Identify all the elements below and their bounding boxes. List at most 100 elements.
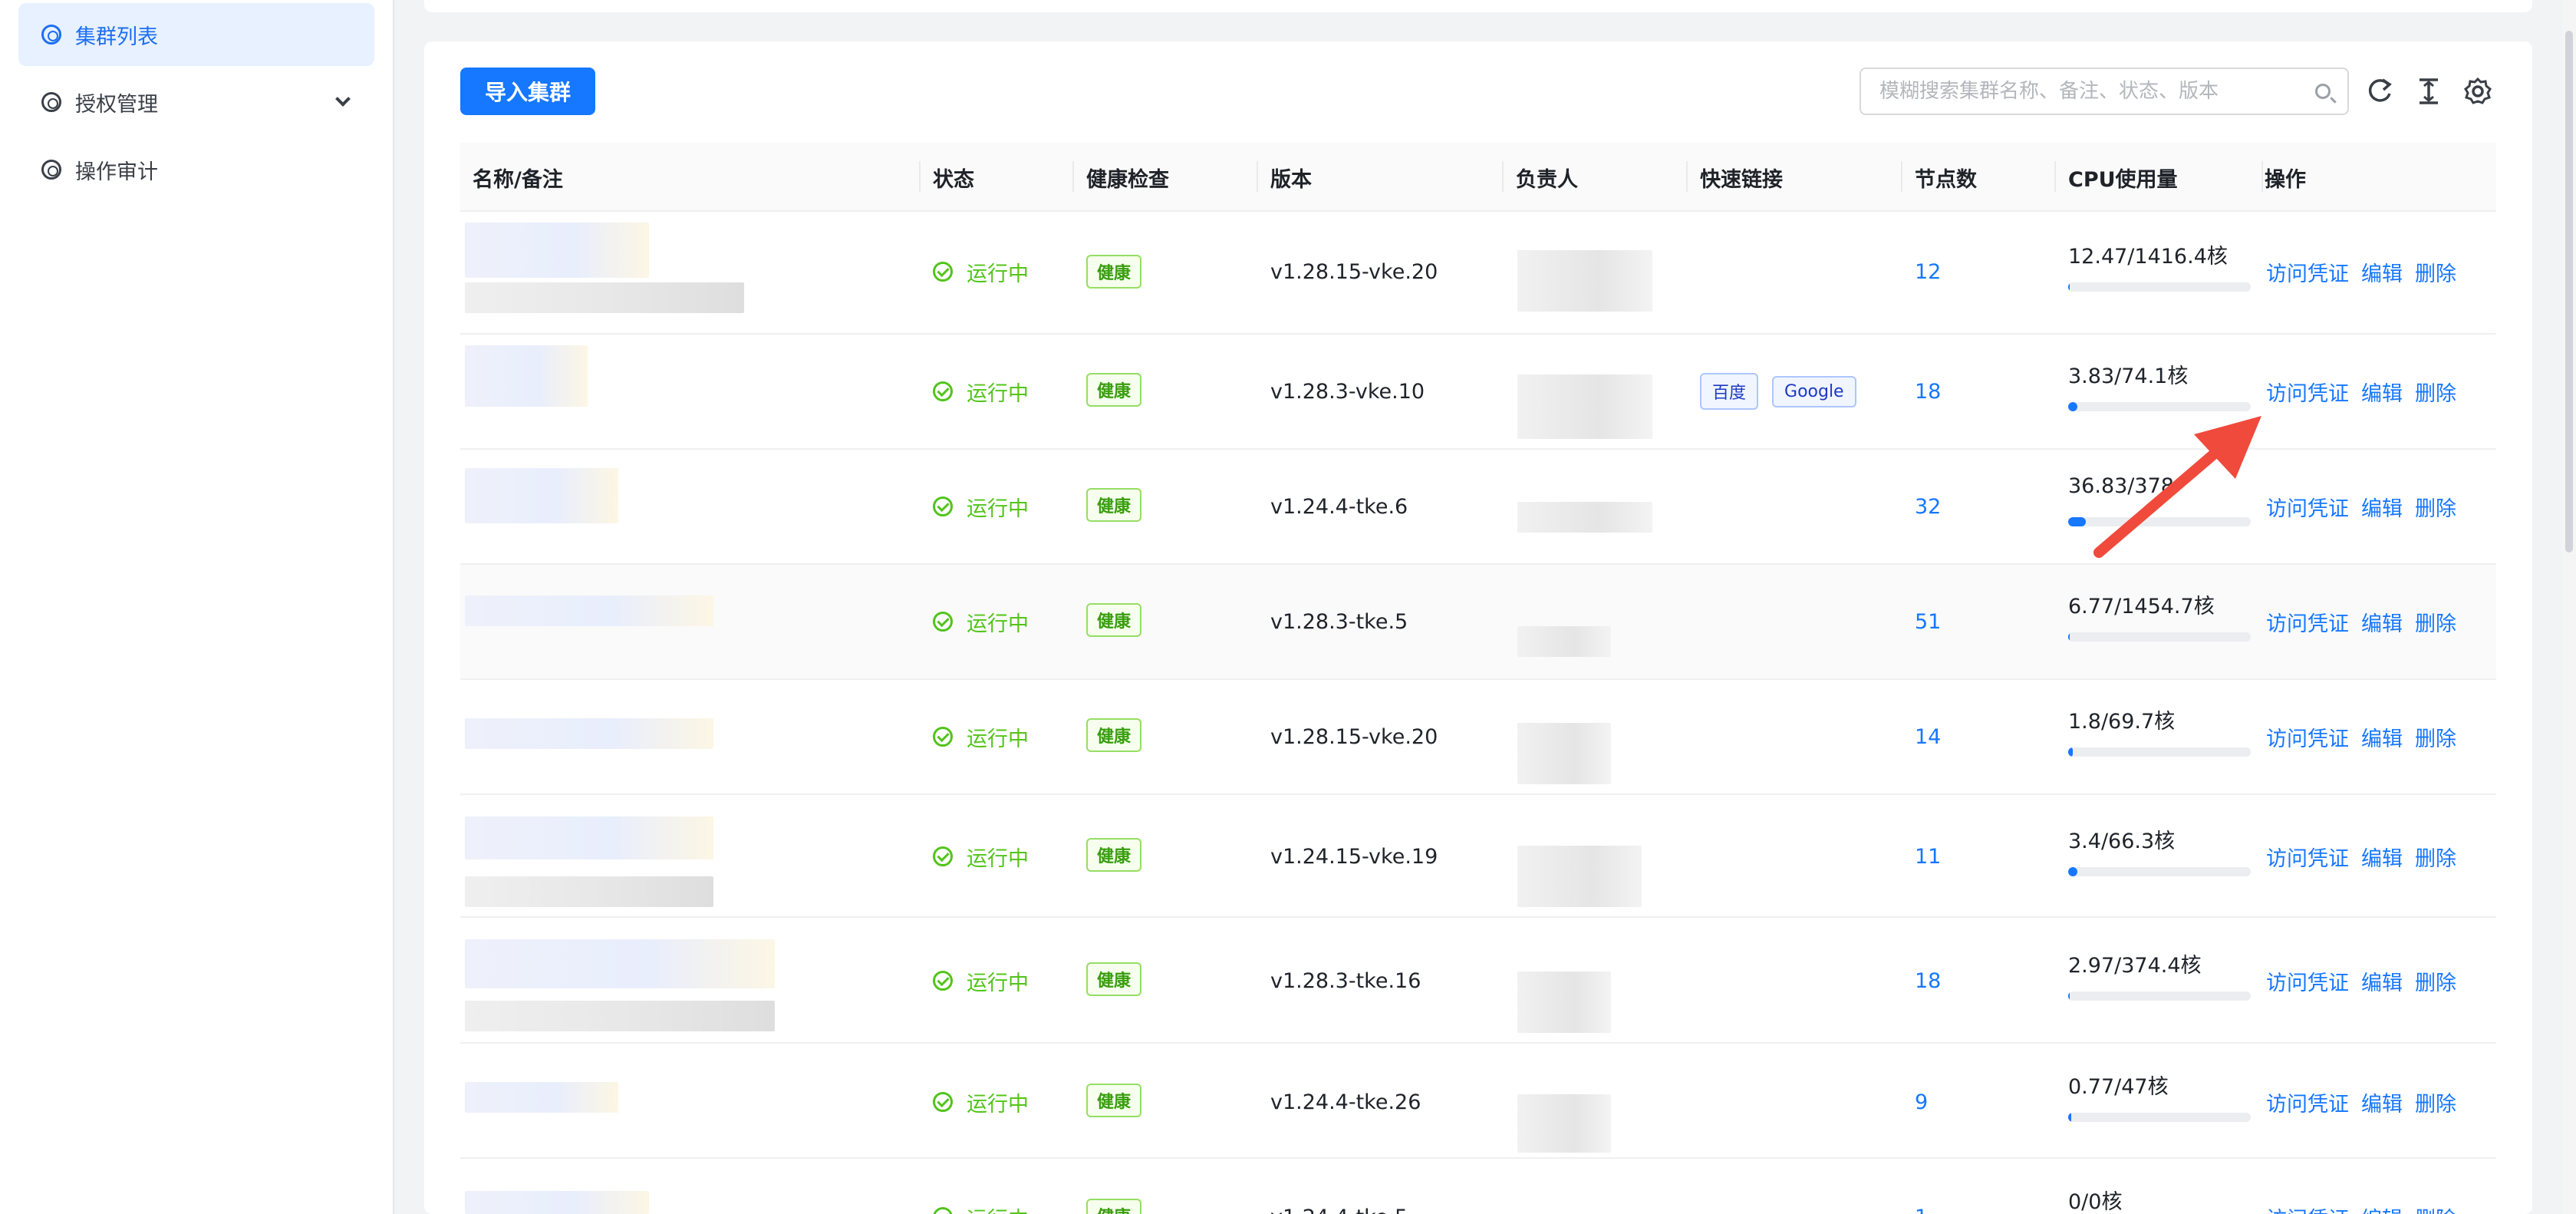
row-actions: 访问凭证 编辑 删除 xyxy=(2266,721,2469,752)
edit-link[interactable]: 编辑 xyxy=(2361,377,2403,407)
delete-link[interactable]: 删除 xyxy=(2415,607,2456,637)
node-count-link[interactable]: 18 xyxy=(1915,376,1941,407)
column-divider xyxy=(2054,161,2056,192)
node-count-link[interactable]: 51 xyxy=(1915,606,1941,637)
scrollbar-thumb[interactable] xyxy=(2565,31,2573,553)
delete-link[interactable]: 删除 xyxy=(2415,842,2456,872)
delete-link[interactable]: 删除 xyxy=(2415,722,2456,752)
row-actions: 访问凭证 编辑 删除 xyxy=(2266,965,2469,996)
table-header: 名称/备注 状态 健康检查 版本 负责人 快速链接 节点数 CPU使用量 操作 xyxy=(460,143,2496,212)
health-badge: 健康 xyxy=(1086,255,1142,289)
edit-link[interactable]: 编辑 xyxy=(2361,722,2403,752)
cpu-usage-text: 1.8/69.7核 xyxy=(2068,710,2176,734)
column-header-quick-links[interactable]: 快速链接 xyxy=(1700,143,1783,212)
sidebar-item-label: 授权管理 xyxy=(75,92,158,117)
cpu-usage-fill xyxy=(2068,991,2070,1001)
sidebar-item-auth-management[interactable]: 授权管理 xyxy=(18,71,374,134)
edit-link[interactable]: 编辑 xyxy=(2361,257,2403,287)
node-count-link[interactable]: 12 xyxy=(1915,256,1941,287)
cluster-name-redacted xyxy=(465,468,618,523)
column-header-cpu[interactable]: CPU使用量 xyxy=(2068,143,2178,212)
owner-redacted xyxy=(1517,846,1642,907)
access-credential-link[interactable]: 访问凭证 xyxy=(2266,607,2349,637)
search-icon[interactable] xyxy=(2315,84,2331,99)
access-credential-link[interactable]: 访问凭证 xyxy=(2266,257,2349,287)
delete-link[interactable]: 删除 xyxy=(2415,257,2456,287)
access-credential-link[interactable]: 访问凭证 xyxy=(2266,966,2349,996)
check-circle-icon xyxy=(933,496,953,516)
access-credential-link[interactable]: 访问凭证 xyxy=(2266,377,2349,407)
row-actions: 访问凭证 编辑 删除 xyxy=(2266,841,2469,872)
edit-link[interactable]: 编辑 xyxy=(2361,1202,2403,1214)
node-count-link[interactable]: 9 xyxy=(1915,1087,1928,1117)
node-count-link[interactable]: 32 xyxy=(1915,491,1941,522)
access-credential-link[interactable]: 访问凭证 xyxy=(2266,492,2349,522)
column-header-version[interactable]: 版本 xyxy=(1270,143,1312,212)
cpu-usage-text: 3.83/74.1核 xyxy=(2068,365,2189,388)
cluster-remark-redacted xyxy=(465,1001,775,1031)
row-actions: 访问凭证 编辑 删除 xyxy=(2266,376,2469,407)
quick-link-google[interactable]: Google xyxy=(1772,375,1856,407)
health-cell: 健康 xyxy=(1086,1082,1142,1119)
cpu-usage-bar xyxy=(2068,282,2251,292)
access-credential-link[interactable]: 访问凭证 xyxy=(2266,842,2349,872)
delete-link[interactable]: 删除 xyxy=(2415,377,2456,407)
cpu-usage-bar xyxy=(2068,1113,2251,1122)
delete-link[interactable]: 删除 xyxy=(2415,1202,2456,1214)
status-running: 运行中 xyxy=(933,965,1029,996)
column-header-health[interactable]: 健康检查 xyxy=(1086,143,1169,212)
column-header-actions: 操作 xyxy=(2265,167,2306,192)
cpu-usage: 6.77/1454.7核 xyxy=(2068,589,2252,651)
cpu-usage-bar xyxy=(2068,867,2251,876)
column-divider xyxy=(1502,161,1504,192)
table-row: 运行中 健康 v1.24.4-tke.5 1 0/0核 访问凭证 编辑 删除 xyxy=(460,1159,2496,1214)
search-input[interactable] xyxy=(1879,80,2294,103)
node-count-link[interactable]: 11 xyxy=(1915,841,1941,872)
delete-link[interactable]: 删除 xyxy=(2415,1087,2456,1117)
access-credential-link[interactable]: 访问凭证 xyxy=(2266,1087,2349,1117)
cpu-usage-text: 12.47/1416.4核 xyxy=(2068,245,2228,269)
annotation-arrow-icon xyxy=(2093,416,2261,558)
check-circle-icon xyxy=(933,1207,953,1214)
cpu-usage-bar xyxy=(2068,991,2251,1001)
access-credential-link[interactable]: 访问凭证 xyxy=(2266,1202,2349,1214)
health-badge: 健康 xyxy=(1086,718,1142,752)
delete-link[interactable]: 删除 xyxy=(2415,966,2456,996)
refresh-icon[interactable] xyxy=(2364,75,2395,107)
import-cluster-button[interactable]: 导入集群 xyxy=(460,68,595,115)
health-cell: 健康 xyxy=(1086,487,1142,523)
table-row: 运行中 健康 v1.28.15-vke.20 12 12.47/1416.4核 … xyxy=(460,212,2496,335)
edit-link[interactable]: 编辑 xyxy=(2361,1087,2403,1117)
cluster-name-redacted xyxy=(465,816,713,859)
column-divider xyxy=(919,161,921,192)
cpu-usage-text: 0/0核 xyxy=(2068,1190,2123,1214)
density-icon[interactable] xyxy=(2413,75,2444,107)
column-header-status[interactable]: 状态 xyxy=(933,143,974,212)
edit-link[interactable]: 编辑 xyxy=(2361,492,2403,522)
column-header-owner[interactable]: 负责人 xyxy=(1516,143,1578,212)
row-actions: 访问凭证 编辑 删除 xyxy=(2266,1087,2469,1117)
edit-link[interactable]: 编辑 xyxy=(2361,966,2403,996)
owner-redacted xyxy=(1517,502,1652,533)
owner-redacted xyxy=(1517,250,1652,312)
owner-redacted xyxy=(1517,723,1611,784)
access-credential-link[interactable]: 访问凭证 xyxy=(2266,722,2349,752)
node-count-link[interactable]: 18 xyxy=(1915,965,1941,996)
node-count-link[interactable]: 1 xyxy=(1915,1202,1928,1214)
status-running: 运行中 xyxy=(933,721,1029,752)
cluster-name-redacted xyxy=(465,345,588,407)
column-header-name[interactable]: 名称/备注 xyxy=(473,143,563,212)
settings-circle-icon xyxy=(41,25,61,45)
owner-redacted xyxy=(1517,374,1652,439)
delete-link[interactable]: 删除 xyxy=(2415,492,2456,522)
edit-link[interactable]: 编辑 xyxy=(2361,842,2403,872)
edit-link[interactable]: 编辑 xyxy=(2361,607,2403,637)
quick-link-baidu[interactable]: 百度 xyxy=(1700,373,1759,410)
health-cell: 健康 xyxy=(1086,371,1142,408)
sidebar-item-cluster-list[interactable]: 集群列表 xyxy=(18,3,374,66)
cpu-usage: 3.4/66.3核 xyxy=(2068,824,2252,886)
column-header-nodes[interactable]: 节点数 xyxy=(1915,143,1977,212)
node-count-link[interactable]: 14 xyxy=(1915,721,1941,752)
sidebar-item-audit[interactable]: 操作审计 xyxy=(18,138,374,201)
gear-icon[interactable] xyxy=(2462,75,2493,107)
